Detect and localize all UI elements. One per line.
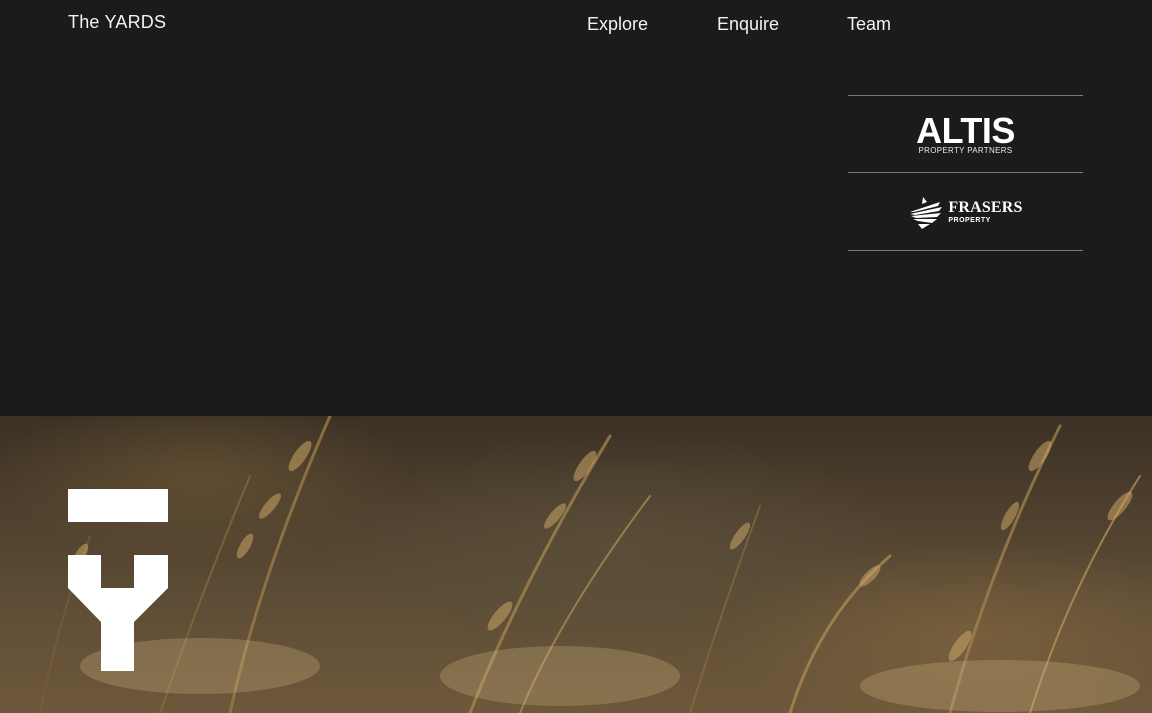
partner-altis[interactable]: ALTIS PROPERTY PARTNERS [848,95,1083,172]
partner-frasers[interactable]: FRASERS PROPERTY [848,172,1083,251]
frasers-logo: FRASERS PROPERTY [908,194,1022,230]
brand-link[interactable]: The YARDS [68,12,166,33]
top-section: The YARDS Explore Enquire Team ALTIS PRO… [0,0,1152,416]
nav-team[interactable]: Team [847,14,891,35]
partner-logos: ALTIS PROPERTY PARTNERS FRASERS PROPERTY [848,95,1083,251]
nav-explore[interactable]: Explore [587,14,648,35]
yards-y-mark-icon [68,489,168,671]
frasers-logo-tagline: PROPERTY [948,216,991,224]
wheat-grass-image [39,416,1141,713]
nav-enquire[interactable]: Enquire [717,14,779,35]
altis-logo-tagline: PROPERTY PARTNERS [918,146,1013,155]
frasers-wing-icon [910,196,943,229]
frasers-logo-name: FRASERS [948,198,1023,216]
hero-image [0,416,1152,713]
altis-logo-name: ALTIS [916,110,1015,151]
altis-logo: ALTIS PROPERTY PARTNERS [916,113,1015,155]
